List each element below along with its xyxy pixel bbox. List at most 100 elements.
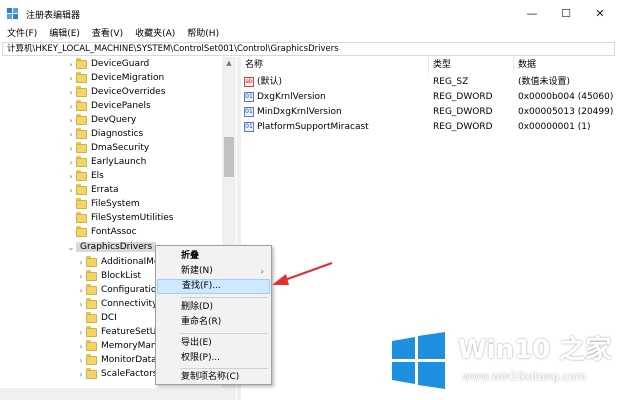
windows-logo-icon [392,332,445,389]
folder-icon [86,297,97,309]
column-header-name[interactable]: 名称 [241,57,429,73]
menu-item-copy-key-name[interactable]: 复制项名称(C) [157,371,270,384]
tree-item[interactable]: › EarlyLaunch [66,155,146,169]
horizontal-scrollbar[interactable] [0,388,236,400]
tree-item[interactable]: › DevQuery [66,113,136,127]
folder-icon [76,155,87,167]
expand-arrow-icon[interactable]: › [76,328,86,337]
menu-item-find[interactable]: 查找(F)... [157,279,270,294]
dword-value-icon: 01 [244,106,254,117]
tree-item[interactable]: › AdditionalMo [76,255,159,269]
folder-icon [76,71,87,83]
tree-item-label: DevQuery [91,115,137,125]
menu-item-delete[interactable]: 删除(D) [157,300,270,315]
menu-help[interactable]: 帮助(H) [180,27,224,42]
tree-item[interactable]: › ScaleFactors [76,367,157,381]
tree-item[interactable]: › FeatureSetUs [76,325,161,339]
menu-file[interactable]: 文件(F) [0,27,42,42]
tree-item[interactable]: › BlockList [76,269,141,283]
tree-item[interactable]: › Configuration [76,283,162,297]
menu-item-new[interactable]: 新建(N) › [157,264,270,279]
expand-arrow-icon[interactable]: › [66,116,76,125]
dword-value-icon: 01 [244,121,254,132]
folder-icon [86,311,97,323]
minimize-button[interactable]: — [515,0,549,27]
tree-item[interactable]: › Diagnostics [66,127,143,141]
expand-arrow-icon[interactable]: › [76,342,86,351]
tree-item-label: Errata [91,185,119,195]
expand-arrow-icon[interactable]: › [76,370,86,379]
tree-item[interactable]: DCI [76,311,117,325]
expand-arrow-icon[interactable]: › [66,102,76,111]
close-button[interactable]: ✕ [583,0,617,27]
tree-item[interactable]: › DeviceMigration [66,71,164,85]
expand-arrow-icon[interactable]: › [76,286,86,295]
address-bar[interactable]: 计算机\HKEY_LOCAL_MACHINE\SYSTEM\ControlSet… [2,42,615,56]
value-name: MinDxgKrnlVersion [257,107,342,117]
menu-item-permissions[interactable]: 权限(P)... [157,351,270,366]
expand-arrow-icon[interactable]: › [76,356,86,365]
expand-arrow-icon[interactable]: › [76,300,86,309]
menu-item-rename[interactable]: 重命名(R) [157,315,270,330]
tree-item-label: Els [91,171,104,181]
folder-icon [76,183,87,195]
title-bar[interactable]: 注册表编辑器 — ☐ ✕ [0,0,617,27]
tree-item[interactable]: › DmaSecurity [66,141,149,155]
expand-arrow-icon[interactable]: › [66,60,76,69]
value-data: 0x00005013 (20499) [518,107,614,117]
tree-item-label: DCI [101,313,117,323]
expand-arrow-icon[interactable]: › [66,172,76,181]
menu-separator [180,333,268,334]
tree-item[interactable]: › MemoryMan [76,339,157,353]
expand-arrow-icon[interactable]: › [66,186,76,195]
value-row[interactable]: 01 MinDxgKrnlVersion REG_DWORD 0x00005013… [241,105,617,119]
menu-bar: 文件(F) 编辑(E) 查看(V) 收藏夹(A) 帮助(H) [0,27,617,42]
expand-arrow-icon[interactable]: › [66,158,76,167]
expand-arrow-icon[interactable]: › [66,130,76,139]
tree-item-label: FeatureSetUs [101,327,162,337]
value-row[interactable]: 01 PlatformSupportMiracast REG_DWORD 0x00… [241,120,617,134]
column-header-data[interactable]: 数据 [514,57,617,73]
tree-item-selected[interactable]: ⌄ GraphicsDrivers [66,240,157,254]
string-value-icon: ab [244,76,254,87]
tree-item[interactable]: › Els [66,169,104,183]
tree-item[interactable]: › DeviceOverrides [66,85,165,99]
registry-editor-window: 注册表编辑器 — ☐ ✕ 文件(F) 编辑(E) 查看(V) 收藏夹(A) 帮助… [0,0,617,400]
tree-item-label: DevicePanels [91,101,151,111]
expand-arrow-icon[interactable]: › [66,74,76,83]
tree-item[interactable]: › MonitorDataS [76,353,162,367]
window-title: 注册表编辑器 [26,11,81,21]
tree-item-label: MonitorDataS [101,355,163,365]
maximize-button[interactable]: ☐ [549,0,583,27]
tree-item[interactable]: › DevicePanels [66,99,151,113]
value-row[interactable]: ab (默认) REG_SZ (数值未设置) [241,75,617,89]
value-data: 0x0000b004 (45060) [518,92,614,102]
tree-item[interactable]: › Connectivity [76,297,157,311]
tree-item[interactable]: FileSystem [66,197,140,211]
scroll-up-icon[interactable]: ▲ [222,57,236,69]
watermark: Win10 之家 www.win10xitong.com [382,325,617,400]
menu-item-export[interactable]: 导出(E) [157,336,270,351]
tree-item[interactable]: › DeviceGuard [66,57,149,71]
expand-arrow-icon[interactable]: › [66,144,76,153]
menu-favorites[interactable]: 收藏夹(A) [128,27,180,42]
expand-arrow-icon[interactable]: › [76,258,86,267]
expand-arrow-icon[interactable]: › [76,272,86,281]
tree-item[interactable]: › Errata [66,183,119,197]
tree-item-label: DeviceGuard [91,59,150,69]
tree-item-label: MemoryMan [101,341,157,351]
folder-icon [86,367,97,379]
tree-item-label: Configuration [101,285,163,295]
tree-item[interactable]: FileSystemUtilities [66,211,174,225]
column-header-type[interactable]: 类型 [429,57,514,73]
scroll-thumb[interactable] [224,137,234,177]
menu-view[interactable]: 查看(V) [85,27,128,42]
menu-edit[interactable]: 编辑(E) [42,27,85,42]
collapse-arrow-icon[interactable]: ⌄ [66,243,76,252]
value-row[interactable]: 01 DxgKrnlVersion REG_DWORD 0x0000b004 (4… [241,90,617,104]
tree-item-label: DeviceMigration [91,73,165,83]
tree-item[interactable]: FontAssoc [66,225,137,239]
folder-icon [76,141,87,153]
expand-arrow-icon[interactable]: › [66,88,76,97]
menu-item-collapse[interactable]: 折叠 [157,249,270,264]
